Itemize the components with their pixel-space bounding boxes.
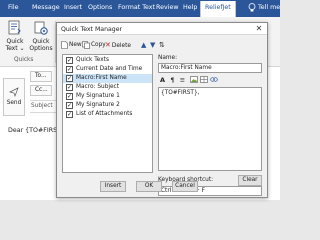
link-icon[interactable]	[209, 76, 218, 85]
lightbulb-icon	[248, 3, 256, 12]
cancel-button[interactable]: Cancel	[172, 181, 198, 192]
close-icon[interactable]: ✕	[254, 24, 264, 34]
checkbox[interactable]	[66, 83, 73, 92]
send-label: Send	[6, 100, 22, 106]
copy-label: Copy	[91, 42, 106, 48]
font-icon[interactable]: A	[158, 76, 167, 85]
copy-icon	[82, 40, 90, 49]
cc-button[interactable]: Cc...	[30, 85, 52, 96]
quick-text-editor[interactable]: {TO#FIRST},	[158, 87, 262, 171]
quick-text-button[interactable]: Quick Text ⌄	[3, 20, 27, 52]
move-up-button[interactable]: ▲	[141, 40, 146, 50]
tree-item-macro-first-name[interactable]: Macro:First Name	[63, 74, 152, 83]
sort-button[interactable]: ⇅	[159, 40, 165, 50]
quick-options-icon	[34, 21, 48, 35]
quick-options-button[interactable]: Quick Options	[28, 20, 54, 52]
delete-button[interactable]: ✕Delete	[105, 40, 131, 50]
arrow-down-icon: ▼	[150, 41, 156, 49]
quick-options-label-1: Quick	[32, 38, 50, 45]
tab-message[interactable]: Message	[32, 4, 60, 11]
new-label: New	[69, 42, 82, 48]
table-icon[interactable]	[199, 76, 208, 85]
new-button[interactable]: New	[61, 40, 82, 50]
clear-button[interactable]: Clear	[238, 175, 262, 186]
new-document-icon	[61, 40, 68, 49]
tree-item-my-signature-2[interactable]: My Signature 2	[63, 101, 152, 110]
tab-insert[interactable]: Insert	[64, 4, 82, 11]
delete-icon: ✕	[105, 41, 111, 49]
checkbox[interactable]	[66, 110, 73, 119]
insert-button[interactable]: Insert	[100, 181, 126, 192]
send-icon	[9, 87, 19, 97]
dialog-titlebar[interactable]: Quick Text Manager ✕	[57, 23, 267, 35]
name-input[interactable]: Macro:First Name	[158, 63, 262, 73]
paragraph-icon[interactable]: ¶	[168, 76, 177, 85]
ribbon-group-label: Quicks	[14, 57, 34, 63]
checkbox[interactable]	[66, 74, 73, 83]
move-down-button[interactable]: ▼	[150, 40, 155, 50]
subject-label: Subject	[31, 103, 53, 109]
list-icon[interactable]: ≡	[178, 76, 187, 85]
send-button[interactable]: Send	[3, 78, 25, 116]
quick-text-manager-dialog: Quick Text Manager ✕ New Copy ✕Delete ▲ …	[56, 22, 268, 198]
quick-text-label-1: Quick	[6, 38, 24, 45]
quick-text-icon	[8, 20, 21, 35]
checkbox[interactable]	[66, 56, 73, 65]
tab-file[interactable]: File	[8, 4, 19, 11]
tab-tell-me[interactable]: Tell me	[258, 4, 280, 11]
tab-options[interactable]: Options	[88, 4, 112, 11]
image-icon[interactable]	[189, 76, 198, 85]
format-toolbar: A ¶ ≡	[158, 76, 262, 86]
tab-review[interactable]: Review	[156, 4, 178, 11]
tree-item-macro-subject[interactable]: Macro: Subject	[63, 83, 152, 92]
name-label: Name:	[158, 55, 178, 61]
quick-texts-tree: Quick Texts Current Date and Time Macro:…	[62, 54, 153, 173]
to-button[interactable]: To...	[30, 71, 52, 82]
quick-text-label-2: Text ⌄	[5, 45, 25, 52]
copy-button[interactable]: Copy	[82, 40, 106, 50]
ribbon-tab-bar: File Message Insert Options Format Text …	[0, 0, 280, 17]
checkbox[interactable]	[66, 101, 73, 110]
tab-reliefjet[interactable]: ReliefJet	[200, 1, 236, 17]
tree-item-current-date-time[interactable]: Current Date and Time	[63, 65, 152, 74]
delete-label: Delete	[111, 43, 131, 49]
checkbox[interactable]	[66, 92, 73, 101]
tab-help[interactable]: Help	[183, 4, 197, 11]
arrow-up-icon: ▲	[141, 41, 147, 49]
tree-item-my-signature-1[interactable]: My Signature 1	[63, 92, 152, 101]
sort-icon: ⇅	[159, 41, 165, 49]
quick-options-label-2: Options	[29, 45, 53, 52]
tab-format-text[interactable]: Format Text	[118, 4, 155, 11]
checkbox[interactable]	[66, 65, 73, 74]
dialog-title: Quick Text Manager	[61, 26, 123, 33]
tree-item-list-of-attachments[interactable]: List of Attachments	[63, 110, 152, 119]
ok-button[interactable]: OK	[136, 181, 162, 192]
tree-item-quick-texts[interactable]: Quick Texts	[63, 56, 152, 65]
